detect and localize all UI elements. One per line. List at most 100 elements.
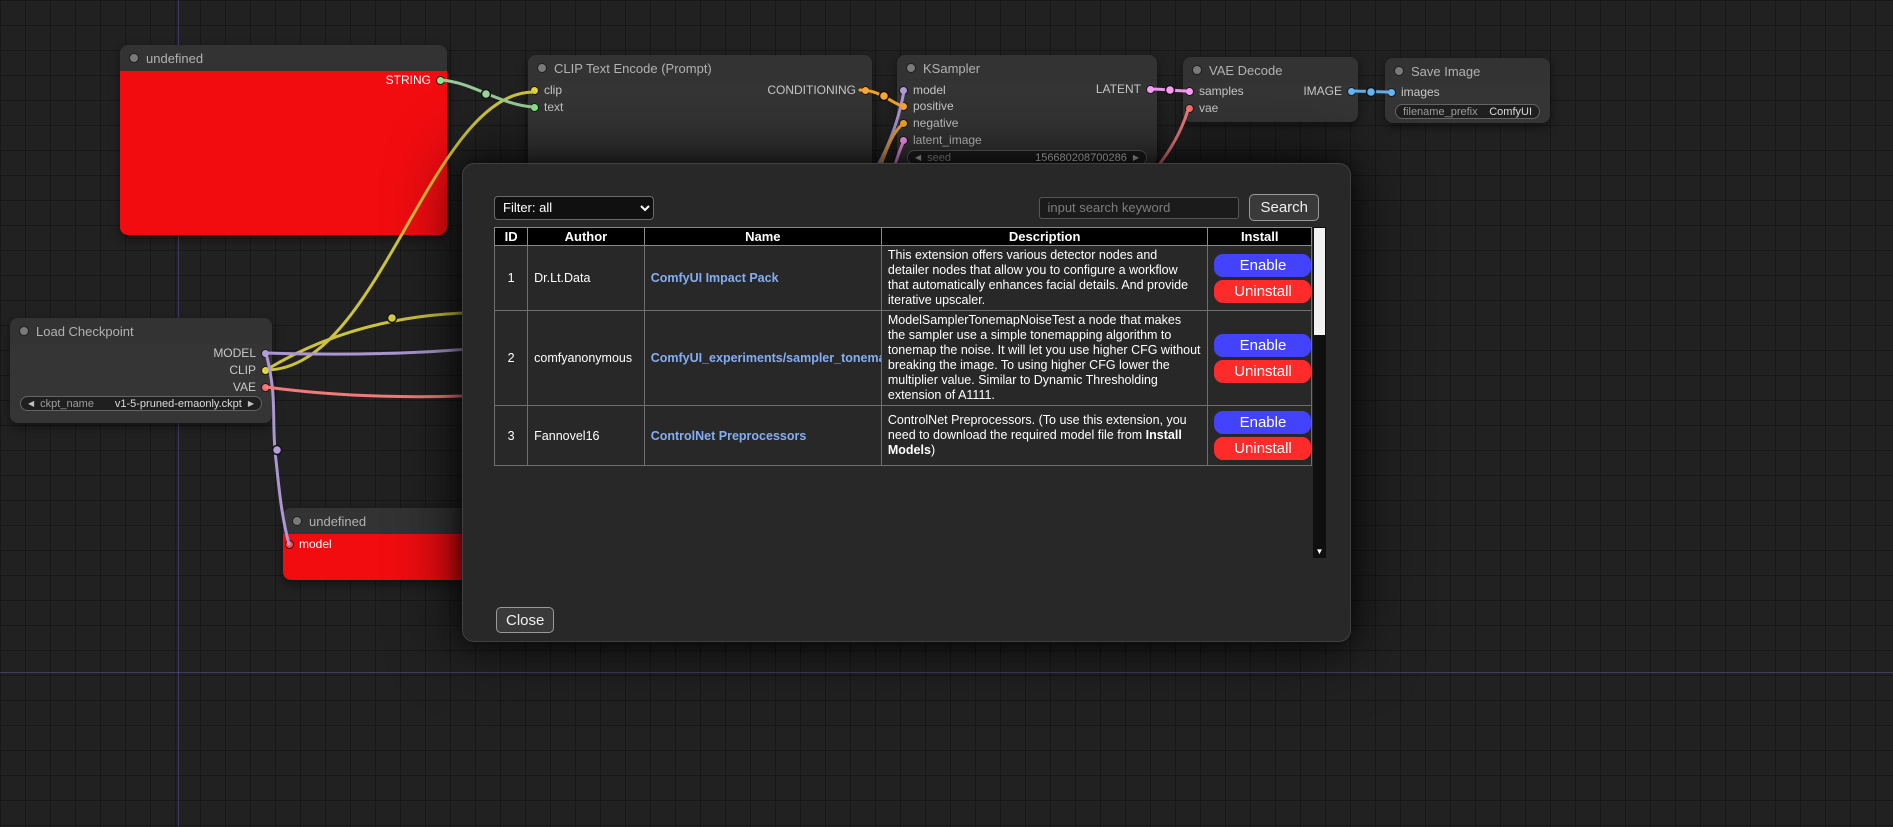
slot-label: IMAGE — [1303, 84, 1342, 98]
node-title-bar[interactable]: undefined — [120, 45, 447, 71]
node-load-checkpoint[interactable]: Load Checkpoint MODEL CLIP VAE ◀ ckpt_na… — [10, 318, 272, 423]
collapse-toggle-icon[interactable] — [19, 326, 29, 336]
node-title: undefined — [309, 514, 366, 529]
node-title: Load Checkpoint — [36, 324, 134, 339]
collapse-toggle-icon[interactable] — [906, 63, 916, 73]
table-scrollbar[interactable]: ▼ — [1313, 227, 1326, 558]
search-button[interactable]: Search — [1249, 194, 1319, 221]
slot-dot[interactable] — [861, 86, 870, 95]
slot-dot[interactable] — [899, 86, 908, 95]
slot-label: samples — [1199, 84, 1244, 98]
collapse-toggle-icon[interactable] — [1192, 65, 1202, 75]
extension-link[interactable]: ControlNet Preprocessors — [651, 429, 807, 443]
collapse-toggle-icon[interactable] — [129, 53, 139, 63]
previous-arrow-icon[interactable]: ◀ — [28, 397, 34, 410]
output-slot-model[interactable]: MODEL — [213, 346, 270, 360]
node-body: model positive negative latent_image LAT… — [897, 81, 1157, 165]
slot-dot[interactable] — [1146, 85, 1155, 94]
output-slot-string[interactable]: STRING — [386, 73, 445, 87]
collapse-toggle-icon[interactable] — [292, 516, 302, 526]
header-id: ID — [495, 228, 528, 246]
input-slot-latent-image[interactable]: latent_image — [899, 133, 982, 147]
uninstall-button[interactable]: Uninstall — [1214, 437, 1311, 460]
node-vae-decode[interactable]: VAE Decode samples vae IMAGE — [1183, 57, 1358, 122]
node-title-bar[interactable]: undefined — [283, 508, 478, 534]
slot-dot[interactable] — [899, 136, 908, 145]
node-body: samples vae IMAGE — [1183, 83, 1358, 122]
id-cell: 2 — [495, 311, 528, 406]
slot-dot[interactable] — [261, 383, 270, 392]
slot-dot[interactable] — [530, 86, 539, 95]
name-cell: ComfyUI_experiments/sampler_tonemap — [644, 311, 881, 406]
slot-dot[interactable] — [1387, 88, 1396, 97]
canvas-axis-horizontal — [0, 672, 1893, 673]
slot-dot[interactable] — [1347, 87, 1356, 96]
extension-row: 2 comfyanonymous ComfyUI_experiments/sam… — [495, 311, 1312, 406]
input-slot-positive[interactable]: positive — [899, 99, 954, 113]
slot-label: clip — [544, 83, 562, 97]
extension-link[interactable]: ComfyUI Impact Pack — [651, 271, 779, 285]
node-title-bar[interactable]: VAE Decode — [1183, 57, 1358, 83]
extension-table: ID Author Name Description Install 1 Dr.… — [494, 227, 1312, 466]
output-slot-conditioning[interactable]: CONDITIONING — [767, 83, 870, 97]
node-title: VAE Decode — [1209, 63, 1282, 78]
input-slot-clip[interactable]: clip — [530, 83, 562, 97]
slot-dot[interactable] — [261, 349, 270, 358]
enable-button[interactable]: Enable — [1214, 334, 1311, 357]
input-slot-images[interactable]: images — [1387, 85, 1440, 99]
install-cell: Enable Uninstall — [1208, 311, 1312, 406]
node-title-bar[interactable]: KSampler — [897, 55, 1157, 81]
output-slot-vae[interactable]: VAE — [233, 380, 270, 394]
widget-label: ckpt_name — [40, 398, 94, 410]
output-slot-latent[interactable]: LATENT — [1096, 82, 1155, 96]
node-undefined-bottom[interactable]: undefined model — [283, 508, 478, 580]
node-title: KSampler — [923, 61, 980, 76]
ckpt-name-widget[interactable]: ◀ ckpt_name v1-5-pruned-emaonly.ckpt ▶ — [20, 396, 262, 411]
uninstall-button[interactable]: Uninstall — [1214, 280, 1311, 303]
enable-button[interactable]: Enable — [1214, 254, 1311, 277]
dialog-toolbar: Filter: all Search — [494, 194, 1319, 221]
id-cell: 3 — [495, 406, 528, 466]
slot-dot[interactable] — [899, 102, 908, 111]
search-input[interactable] — [1039, 197, 1239, 219]
input-slot-negative[interactable]: negative — [899, 116, 958, 130]
close-button[interactable]: Close — [496, 607, 554, 633]
install-cell: Enable Uninstall — [1208, 246, 1312, 311]
slot-dot[interactable] — [899, 119, 908, 128]
slot-label: vae — [1199, 101, 1218, 115]
node-body: model — [283, 534, 478, 580]
input-slot-text[interactable]: text — [530, 100, 563, 114]
filter-select[interactable]: Filter: all — [494, 196, 654, 220]
slot-label: CONDITIONING — [767, 83, 856, 97]
uninstall-button[interactable]: Uninstall — [1214, 360, 1311, 383]
node-save-image[interactable]: Save Image images filename_prefix ComfyU… — [1385, 58, 1550, 123]
slot-dot[interactable] — [261, 366, 270, 375]
slot-dot[interactable] — [285, 540, 294, 549]
slot-dot[interactable] — [436, 76, 445, 85]
node-title-bar[interactable]: CLIP Text Encode (Prompt) — [528, 55, 872, 81]
node-undefined-top[interactable]: undefined STRING — [120, 45, 447, 235]
slot-dot[interactable] — [1185, 104, 1194, 113]
enable-button[interactable]: Enable — [1214, 411, 1311, 434]
node-ksampler[interactable]: KSampler model positive negative latent_… — [897, 55, 1157, 165]
input-slot-model[interactable]: model — [899, 83, 946, 97]
input-slot-model[interactable]: model — [285, 537, 332, 551]
output-slot-clip[interactable]: CLIP — [229, 363, 270, 377]
node-title-bar[interactable]: Save Image — [1385, 58, 1550, 84]
node-title-bar[interactable]: Load Checkpoint — [10, 318, 272, 344]
input-slot-vae[interactable]: vae — [1185, 101, 1218, 115]
next-arrow-icon[interactable]: ▶ — [248, 397, 254, 410]
filename-prefix-widget[interactable]: filename_prefix ComfyUI — [1395, 104, 1540, 119]
scroll-down-icon[interactable]: ▼ — [1313, 547, 1326, 557]
extension-link[interactable]: ComfyUI_experiments/sampler_tonemap — [651, 351, 882, 365]
input-slot-samples[interactable]: samples — [1185, 84, 1244, 98]
slot-label: MODEL — [213, 346, 256, 360]
slot-dot[interactable] — [530, 103, 539, 112]
collapse-toggle-icon[interactable] — [537, 63, 547, 73]
collapse-toggle-icon[interactable] — [1394, 66, 1404, 76]
output-slot-image[interactable]: IMAGE — [1303, 84, 1356, 98]
install-cell: Enable Uninstall — [1208, 406, 1312, 466]
node-clip-text-encode[interactable]: CLIP Text Encode (Prompt) clip text COND… — [528, 55, 872, 175]
scrollbar-thumb[interactable] — [1314, 228, 1325, 335]
slot-dot[interactable] — [1185, 87, 1194, 96]
